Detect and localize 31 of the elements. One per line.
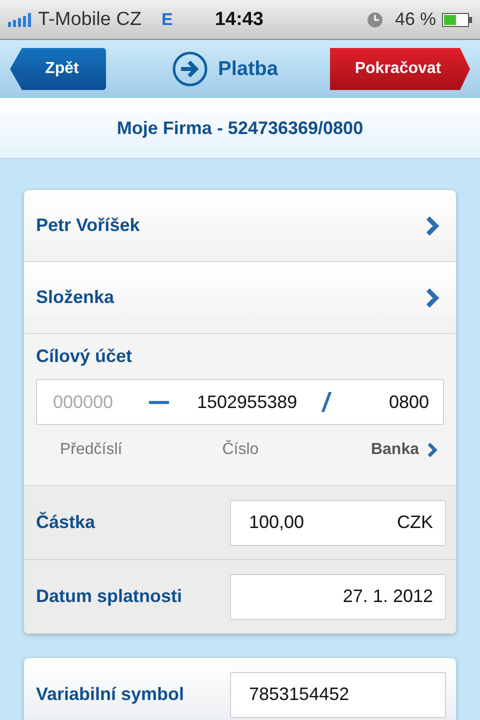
network-type: E — [161, 10, 173, 30]
bank-link[interactable]: Banka — [370, 441, 438, 459]
chevron-icon — [426, 288, 440, 308]
arrow-circle-icon — [172, 51, 208, 87]
field-label: Datum splatnosti — [36, 586, 182, 607]
list-item[interactable]: Složenka — [24, 262, 456, 334]
date-field[interactable]: 27. 1. 2012 — [230, 574, 446, 620]
account-title: Moje Firma - 524736369/0800 — [116, 118, 364, 138]
prefix-caption: Předčíslí — [60, 441, 122, 459]
list-item[interactable]: Petr Voříšek — [24, 190, 456, 262]
field-label: Částka — [36, 512, 96, 533]
signal-icon — [8, 12, 32, 26]
back-button[interactable]: Zpět — [10, 48, 106, 90]
continue-button[interactable]: Pokračovat — [330, 48, 470, 90]
clock-time: 14:43 — [214, 8, 264, 30]
number-field[interactable]: 1502955389 — [197, 392, 298, 412]
prefix-field[interactable]: 000000 — [53, 392, 133, 412]
chevron-icon — [427, 442, 438, 458]
symbol-field[interactable]: 7853154452 — [230, 672, 446, 718]
screen-title: Platba — [218, 58, 278, 80]
battery-percent: 46 % — [394, 9, 436, 30]
bank-code-field[interactable]: 0800 — [388, 392, 429, 412]
dash-icon — [149, 400, 169, 404]
carrier-name: T-Mobile CZ — [38, 8, 142, 30]
number-caption: Číslo — [222, 441, 259, 459]
field-label: Cílový účet — [36, 346, 134, 367]
clock-icon — [366, 12, 383, 28]
amount-field[interactable]: 100,00 CZK — [230, 500, 446, 546]
chevron-icon — [426, 216, 440, 236]
field-label: Variabilní symbol — [36, 684, 184, 705]
battery-icon — [442, 12, 472, 26]
